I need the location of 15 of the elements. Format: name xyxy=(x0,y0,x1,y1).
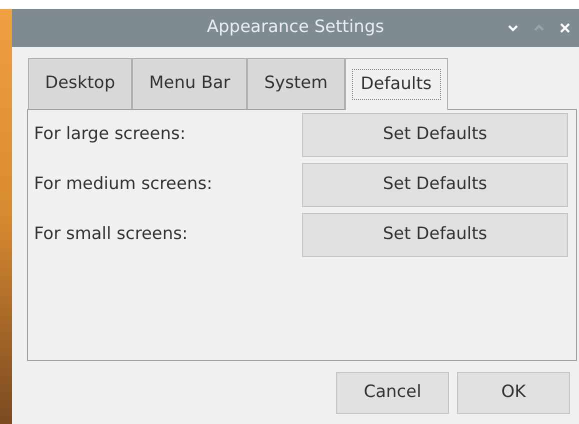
dialog-button[interactable]: Cancel xyxy=(336,372,449,414)
set-defaults-button[interactable]: Set Defaults xyxy=(302,113,568,157)
set-defaults-button[interactable]: Set Defaults xyxy=(302,163,568,207)
minimize-icon[interactable] xyxy=(507,22,519,34)
tab[interactable]: System xyxy=(247,58,345,109)
tab[interactable]: Desktop xyxy=(28,58,132,109)
row-label: For medium screens: xyxy=(34,173,214,196)
tab[interactable]: Menu Bar xyxy=(132,58,248,109)
tab[interactable]: Defaults xyxy=(344,58,448,110)
row-label: For small screens: xyxy=(34,223,189,246)
close-icon[interactable] xyxy=(559,22,571,34)
window-title: Appearance Settings xyxy=(206,16,384,40)
row-label: For large screens: xyxy=(34,123,187,146)
set-defaults-button[interactable]: Set Defaults xyxy=(302,213,568,257)
dialog-button[interactable]: OK xyxy=(457,372,570,414)
